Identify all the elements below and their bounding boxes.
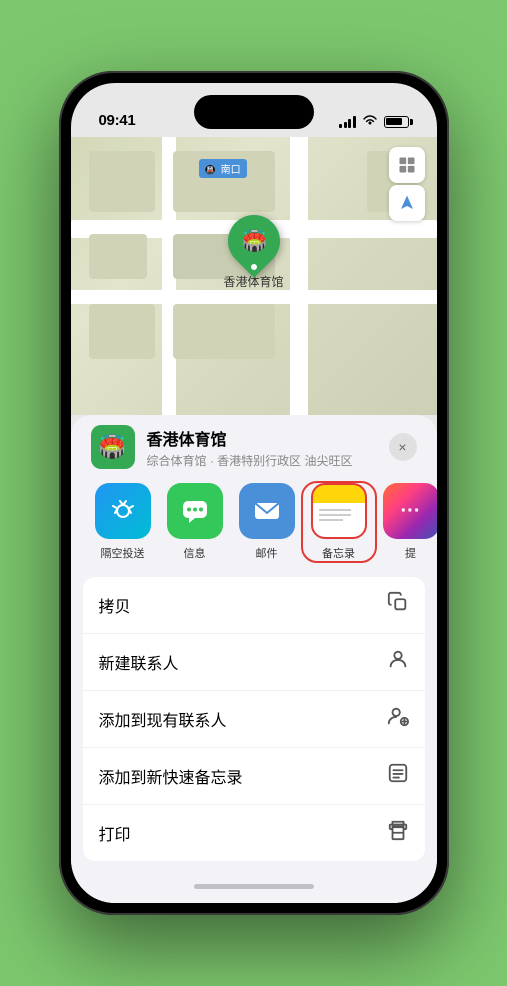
- wifi-icon: [362, 114, 378, 129]
- map-label: 🚇 南口: [199, 159, 247, 178]
- location-pin: 🏟️ 香港体育馆: [223, 215, 283, 290]
- action-add-existing-label: 添加到现有联系人: [99, 707, 227, 731]
- dynamic-island: [194, 95, 314, 129]
- action-copy[interactable]: 拷贝: [83, 577, 425, 634]
- status-icons: [339, 114, 409, 129]
- action-add-existing[interactable]: 添加到现有联系人: [83, 691, 425, 748]
- airdrop-icon: [95, 483, 151, 539]
- mail-icon: [239, 483, 295, 539]
- phone-frame: 09:41: [59, 71, 449, 915]
- action-copy-label: 拷贝: [99, 593, 131, 617]
- add-contact-icon: [387, 705, 409, 733]
- print-icon: [387, 819, 409, 847]
- more-icon: ···: [383, 483, 437, 539]
- action-add-quicknote-label: 添加到新快速备忘录: [99, 764, 243, 788]
- notes-icon: [311, 483, 367, 539]
- location-button[interactable]: [389, 185, 425, 221]
- mail-label: 邮件: [256, 545, 278, 561]
- sheet-header: 🏟️ 香港体育馆 综合体育馆 · 香港特别行政区 油尖旺区 ×: [71, 415, 437, 469]
- venue-sub: 综合体育馆 · 香港特别行政区 油尖旺区: [147, 452, 377, 469]
- close-button[interactable]: ×: [389, 433, 417, 461]
- share-messages[interactable]: 信息: [159, 483, 231, 561]
- battery-icon: [384, 116, 409, 128]
- map-controls: [389, 147, 425, 221]
- copy-icon: [387, 591, 409, 619]
- home-bar: [194, 884, 314, 889]
- action-add-quicknote[interactable]: 添加到新快速备忘录: [83, 748, 425, 805]
- phone-screen: 09:41: [71, 83, 437, 903]
- action-print-label: 打印: [99, 821, 131, 845]
- share-notes[interactable]: 备忘录: [303, 483, 375, 561]
- airdrop-label: 隔空投送: [101, 545, 145, 561]
- more-label: 提: [405, 545, 416, 561]
- map-layer-button[interactable]: [389, 147, 425, 183]
- signal-bars-icon: [339, 116, 356, 128]
- notes-label: 备忘录: [322, 545, 355, 561]
- share-row: 隔空投送 信息: [71, 469, 437, 569]
- status-time: 09:41: [99, 112, 136, 129]
- action-new-contact[interactable]: 新建联系人: [83, 634, 425, 691]
- new-contact-icon: [387, 648, 409, 676]
- map-area[interactable]: 🚇 南口: [71, 137, 437, 415]
- action-print[interactable]: 打印: [83, 805, 425, 861]
- action-new-contact-label: 新建联系人: [99, 650, 179, 674]
- quicknote-icon: [387, 762, 409, 790]
- bottom-sheet: 🏟️ 香港体育馆 综合体育馆 · 香港特别行政区 油尖旺区 ×: [71, 415, 437, 903]
- messages-label: 信息: [184, 545, 206, 561]
- venue-icon: 🏟️: [91, 425, 135, 469]
- share-more[interactable]: ··· 提: [375, 483, 437, 561]
- share-mail[interactable]: 邮件: [231, 483, 303, 561]
- venue-info: 香港体育馆 综合体育馆 · 香港特别行政区 油尖旺区: [147, 426, 377, 469]
- messages-icon: [167, 483, 223, 539]
- share-airdrop[interactable]: 隔空投送: [87, 483, 159, 561]
- home-indicator: [71, 869, 437, 903]
- action-list: 拷贝 新建联系人: [83, 577, 425, 861]
- venue-name: 香港体育馆: [147, 426, 377, 450]
